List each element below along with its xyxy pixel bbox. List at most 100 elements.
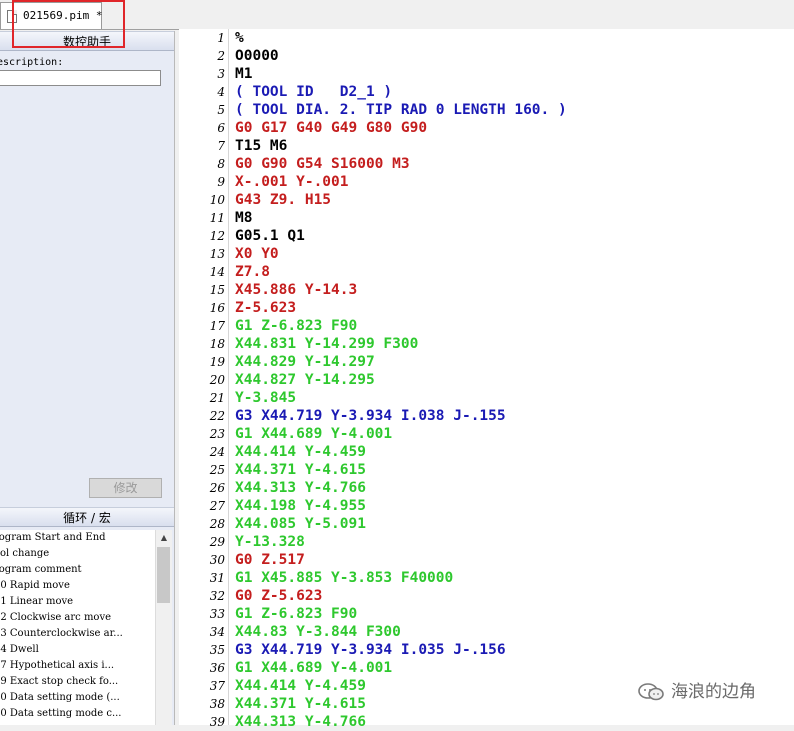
code-text[interactable]: G1 X45.885 Y-3.853 F40000 — [235, 569, 453, 587]
code-text[interactable]: % — [235, 29, 244, 47]
code-line[interactable]: 31 G1 X45.885 Y-3.853 F40000 — [179, 569, 794, 587]
file-tab-label: 021569.pim * — [23, 9, 103, 22]
code-text[interactable]: X44.83 Y-3.844 F300 — [235, 623, 401, 641]
code-text[interactable]: X44.313 Y-4.766 — [235, 479, 366, 497]
code-text[interactable]: Z7.8 — [235, 263, 270, 281]
description-input[interactable] — [0, 70, 161, 86]
code-line[interactable]: 34 X44.83 Y-3.844 F300 — [179, 623, 794, 641]
code-text[interactable]: ( TOOL DIA. 2. TIP RAD 0 LENGTH 160. ) — [235, 101, 567, 119]
code-text[interactable]: G1 Z-6.823 F90 — [235, 317, 357, 335]
code-text[interactable]: X44.829 Y-14.297 — [235, 353, 375, 371]
macro-list[interactable]: rogram Start and Endool changerogram com… — [0, 530, 155, 725]
code-text[interactable]: X44.085 Y-5.091 — [235, 515, 366, 533]
code-text[interactable]: X-.001 Y-.001 — [235, 173, 349, 191]
code-line[interactable]: 35 G3 X44.719 Y-3.934 I.035 J-.156 — [179, 641, 794, 659]
code-line[interactable]: 18 X44.831 Y-14.299 F300 — [179, 335, 794, 353]
code-text[interactable]: X44.313 Y-4.766 — [235, 713, 366, 731]
macro-list-item[interactable]: rogram Start and End — [0, 530, 155, 546]
scroll-up-arrow-icon[interactable]: ▲ — [156, 530, 172, 546]
code-text[interactable]: G05.1 Q1 — [235, 227, 305, 245]
code-line[interactable]: 11 M8 — [179, 209, 794, 227]
macro-list-item[interactable]: 00 Rapid move — [0, 578, 155, 594]
code-line[interactable]: 13 X0 Y0 — [179, 245, 794, 263]
line-number: 10 — [209, 193, 225, 207]
code-line[interactable]: 10 G43 Z9. H15 — [179, 191, 794, 209]
code-text[interactable]: M1 — [235, 65, 252, 83]
code-text[interactable]: X44.414 Y-4.459 — [235, 677, 366, 695]
code-text[interactable]: X44.371 Y-4.615 — [235, 461, 366, 479]
code-line[interactable]: 33 G1 Z-6.823 F90 — [179, 605, 794, 623]
macro-list-item[interactable]: 10 Data setting mode c... — [0, 706, 155, 722]
code-text[interactable]: X44.831 Y-14.299 F300 — [235, 335, 418, 353]
code-text[interactable]: M8 — [235, 209, 252, 227]
code-line[interactable]: 29 Y-13.328 — [179, 533, 794, 551]
code-line[interactable]: 8 G0 G90 G54 S16000 M3 — [179, 155, 794, 173]
code-line[interactable]: 39 X44.313 Y-4.766 — [179, 713, 794, 731]
file-tab[interactable]: 021569.pim * — [0, 2, 102, 29]
code-line[interactable]: 17 G1 Z-6.823 F90 — [179, 317, 794, 335]
macro-list-item[interactable]: 09 Exact stop check fo... — [0, 674, 155, 690]
code-text[interactable]: G0 G17 G40 G49 G80 G90 — [235, 119, 427, 137]
code-line[interactable]: 20 X44.827 Y-14.295 — [179, 371, 794, 389]
code-text[interactable]: G3 X44.719 Y-3.934 I.035 J-.156 — [235, 641, 506, 659]
code-text[interactable]: O0000 — [235, 47, 279, 65]
macro-list-item[interactable]: 04 Dwell — [0, 642, 155, 658]
macro-scrollbar[interactable]: ▲ — [155, 530, 172, 725]
code-line[interactable]: 1% — [179, 29, 794, 47]
code-line[interactable]: 3 M1 — [179, 65, 794, 83]
code-text[interactable]: X44.414 Y-4.459 — [235, 443, 366, 461]
code-line[interactable]: 2 O0000 — [179, 47, 794, 65]
code-text[interactable]: X44.198 Y-4.955 — [235, 497, 366, 515]
modify-button[interactable]: 修改 — [89, 478, 162, 498]
code-line[interactable]: 30 G0 Z.517 — [179, 551, 794, 569]
scroll-thumb[interactable] — [157, 547, 170, 603]
code-text[interactable]: G1 Z-6.823 F90 — [235, 605, 357, 623]
macro-list-item[interactable]: 07 Hypothetical axis i... — [0, 658, 155, 674]
code-line[interactable]: 21 Y-3.845 — [179, 389, 794, 407]
code-line[interactable]: 7 T15 M6 — [179, 137, 794, 155]
code-line[interactable]: 5 ( TOOL DIA. 2. TIP RAD 0 LENGTH 160. ) — [179, 101, 794, 119]
code-text[interactable]: G3 X44.719 Y-3.934 I.038 J-.155 — [235, 407, 506, 425]
line-number: 11 — [209, 211, 225, 225]
code-line[interactable]: 6 G0 G17 G40 G49 G80 G90 — [179, 119, 794, 137]
macro-list-item[interactable]: rogram comment — [0, 562, 155, 578]
macro-list-item[interactable]: 10 Data setting mode (... — [0, 690, 155, 706]
code-line[interactable]: 26 X44.313 Y-4.766 — [179, 479, 794, 497]
code-line[interactable]: 4 ( TOOL ID D2_1 ) — [179, 83, 794, 101]
code-text[interactable]: G43 Z9. H15 — [235, 191, 331, 209]
code-line[interactable]: 32 G0 Z-5.623 — [179, 587, 794, 605]
code-text[interactable]: X0 Y0 — [235, 245, 279, 263]
code-editor[interactable]: 1% 2 O0000 3 M1 4 ( TOOL ID D2_1 ) 5 ( TOOL DIA.… — [179, 29, 794, 730]
line-number: 27 — [209, 499, 225, 513]
code-text[interactable]: G0 G90 G54 S16000 M3 — [235, 155, 410, 173]
code-text[interactable]: Z-5.623 — [235, 299, 296, 317]
code-text[interactable]: Y-13.328 — [235, 533, 305, 551]
macro-list-item[interactable]: ool change — [0, 546, 155, 562]
code-line[interactable]: 24 X44.414 Y-4.459 — [179, 443, 794, 461]
code-line[interactable]: 15 X45.886 Y-14.3 — [179, 281, 794, 299]
code-text[interactable]: G0 Z.517 — [235, 551, 305, 569]
code-text[interactable]: G1 X44.689 Y-4.001 — [235, 659, 392, 677]
code-line[interactable]: 12 G05.1 Q1 — [179, 227, 794, 245]
code-line[interactable]: 16 Z-5.623 — [179, 299, 794, 317]
code-line[interactable]: 36 G1 X44.689 Y-4.001 — [179, 659, 794, 677]
code-text[interactable]: X45.886 Y-14.3 — [235, 281, 357, 299]
code-line[interactable]: 19 X44.829 Y-14.297 — [179, 353, 794, 371]
code-line[interactable]: 28 X44.085 Y-5.091 — [179, 515, 794, 533]
code-text[interactable]: X44.827 Y-14.295 — [235, 371, 375, 389]
code-line[interactable]: 25 X44.371 Y-4.615 — [179, 461, 794, 479]
code-line[interactable]: 23 G1 X44.689 Y-4.001 — [179, 425, 794, 443]
code-text[interactable]: Y-3.845 — [235, 389, 296, 407]
code-line[interactable]: 9 X-.001 Y-.001 — [179, 173, 794, 191]
code-text[interactable]: X44.371 Y-4.615 — [235, 695, 366, 713]
code-line[interactable]: 22 G3 X44.719 Y-3.934 I.038 J-.155 — [179, 407, 794, 425]
code-text[interactable]: G1 X44.689 Y-4.001 — [235, 425, 392, 443]
code-line[interactable]: 27 X44.198 Y-4.955 — [179, 497, 794, 515]
code-text[interactable]: ( TOOL ID D2_1 ) — [235, 83, 392, 101]
code-text[interactable]: T15 M6 — [235, 137, 287, 155]
code-line[interactable]: 14 Z7.8 — [179, 263, 794, 281]
macro-list-item[interactable]: 02 Clockwise arc move — [0, 610, 155, 626]
macro-list-item[interactable]: 01 Linear move — [0, 594, 155, 610]
macro-list-item[interactable]: 03 Counterclockwise ar... — [0, 626, 155, 642]
code-text[interactable]: G0 Z-5.623 — [235, 587, 322, 605]
